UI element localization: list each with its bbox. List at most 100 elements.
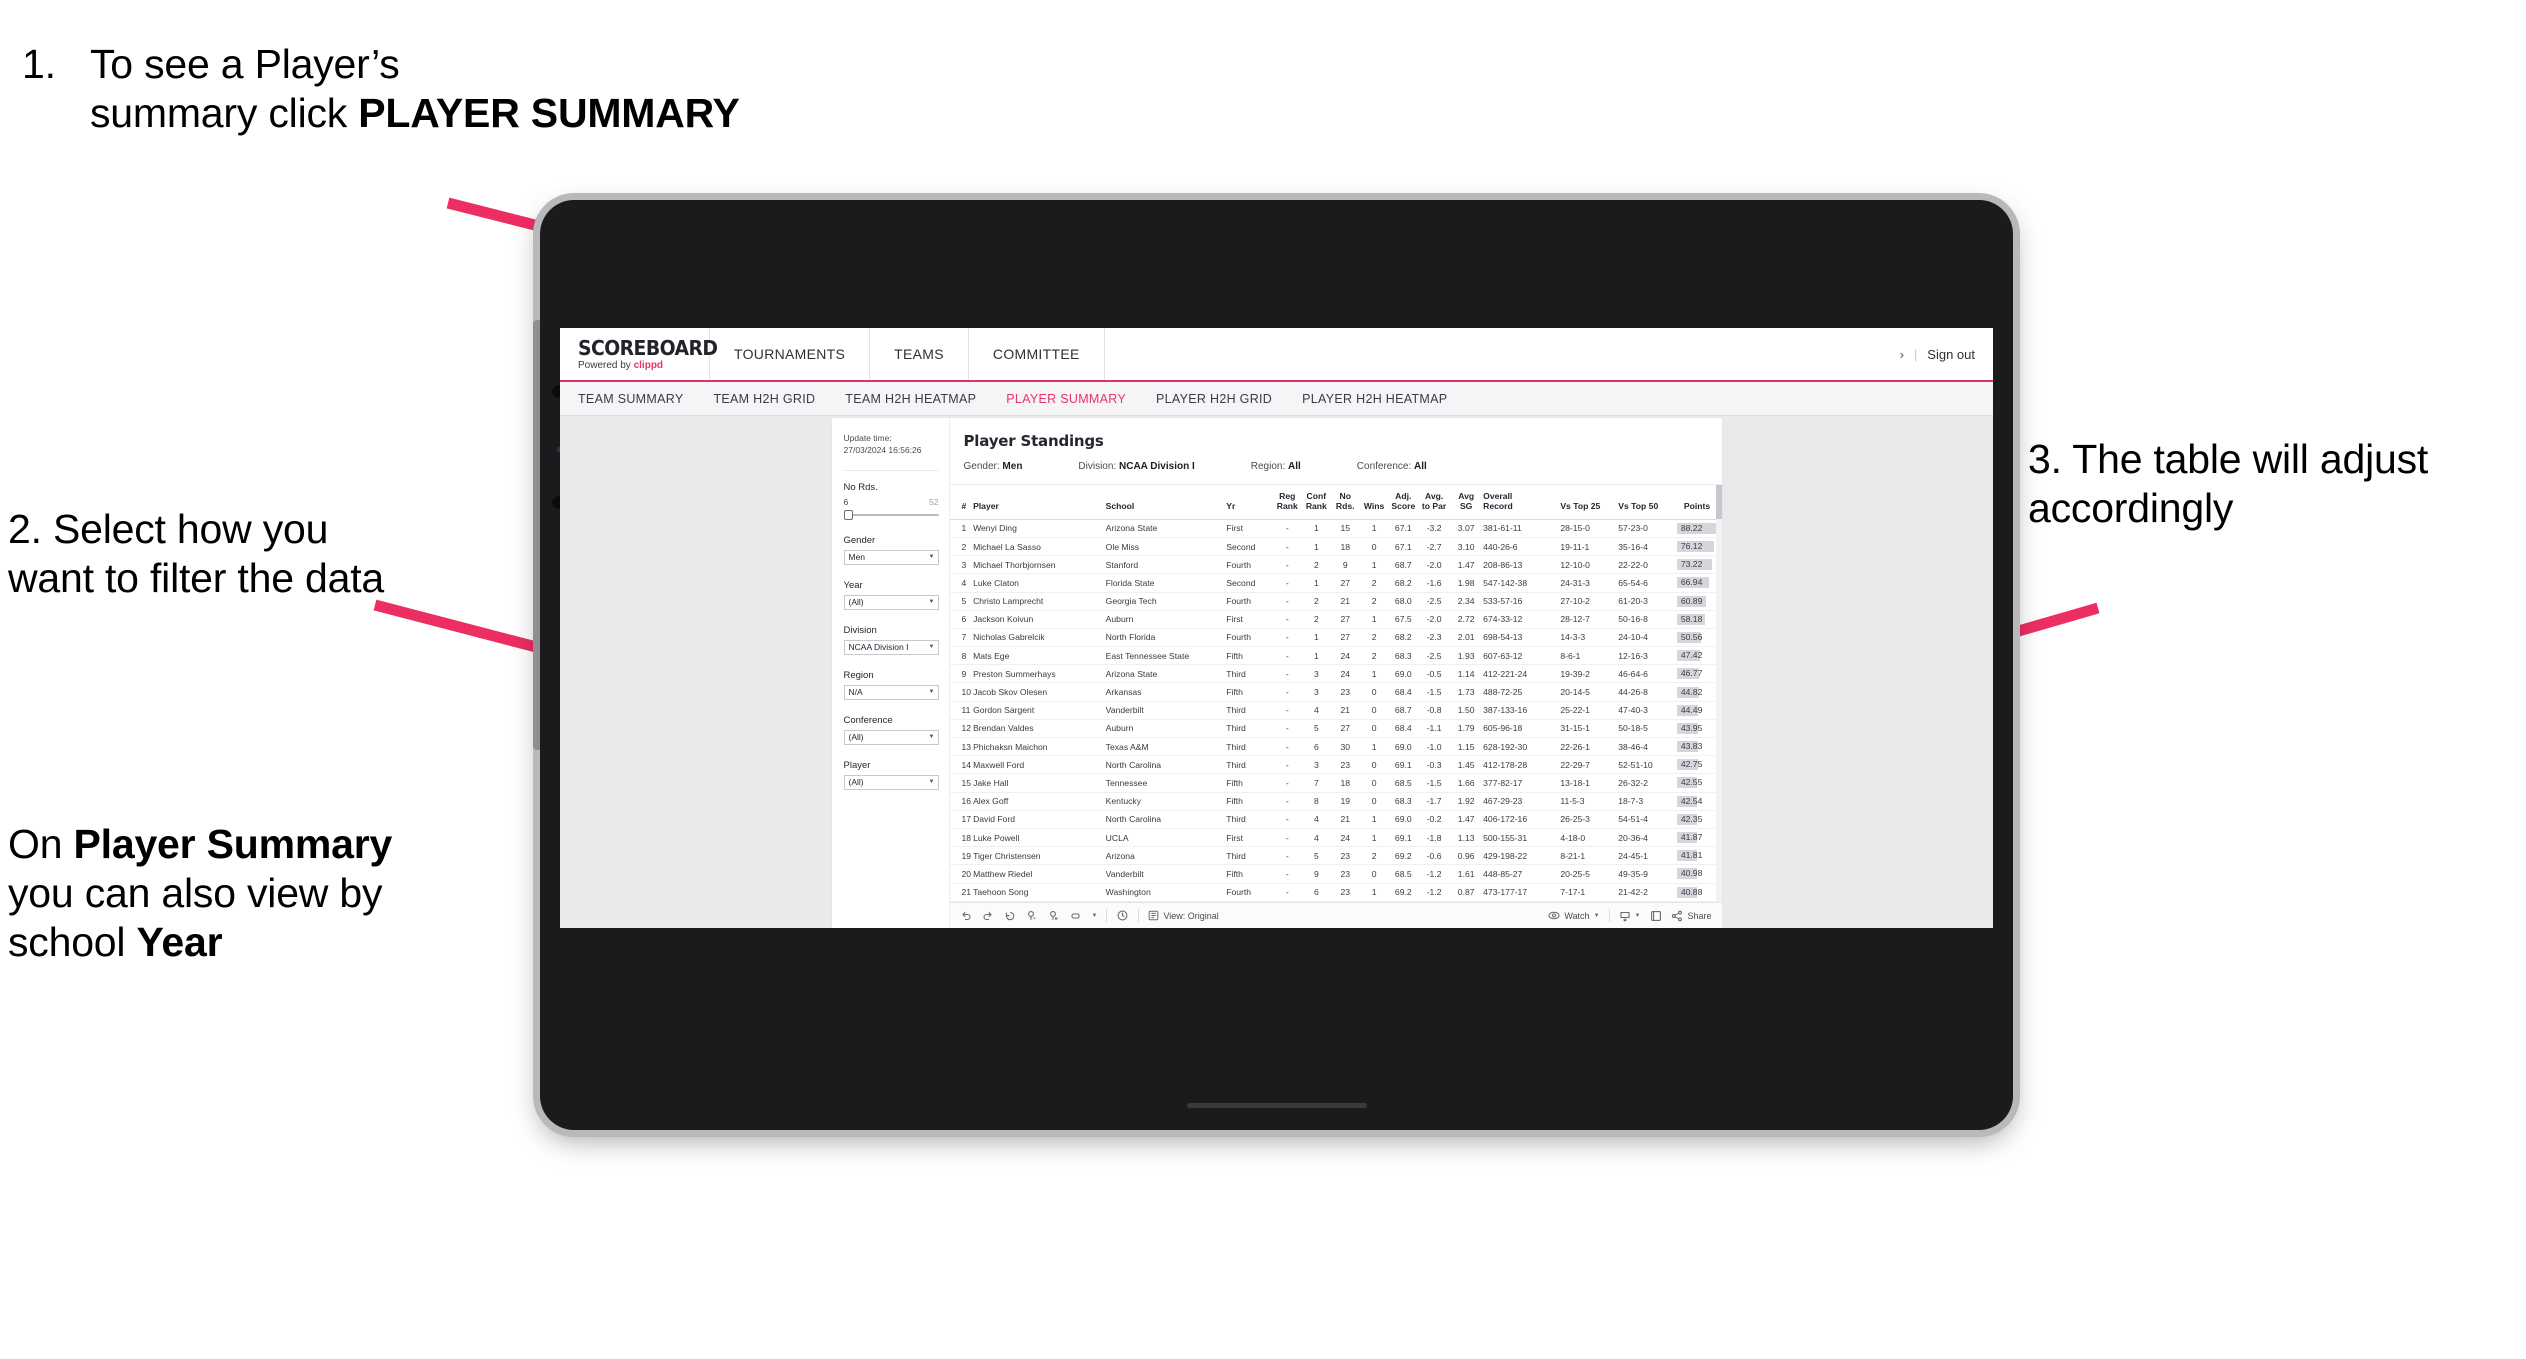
signout-button[interactable]: Sign out — [1927, 347, 1975, 362]
column-header[interactable]: No Rds. — [1331, 485, 1361, 520]
redo-icon[interactable] — [982, 909, 995, 922]
filter-division-select[interactable]: NCAA Division I ▼ — [843, 639, 939, 655]
nav-item-tournaments[interactable]: TOURNAMENTS — [710, 328, 871, 380]
table-cell: - — [1273, 519, 1303, 538]
tab-player-summary[interactable]: PLAYER SUMMARY — [1006, 392, 1126, 406]
table-cell: 19-11-1 — [1560, 537, 1619, 557]
table-row[interactable]: 5 Christo Lamprecht Georgia Tech Fourth -2 21… — [949, 592, 1722, 611]
column-header[interactable]: Overall Record — [1483, 485, 1561, 520]
table-cell: 4 — [949, 573, 974, 593]
tab-team-h2h-heatmap[interactable]: TEAM H2H HEATMAP — [845, 392, 976, 406]
filter-year-label: Year — [843, 579, 863, 591]
table-cell: 9 — [1331, 555, 1361, 575]
tab-team-h2h-grid[interactable]: TEAM H2H GRID — [713, 392, 815, 406]
table-cell: 26-25-3 — [1560, 810, 1619, 829]
column-header[interactable]: Yr — [1226, 485, 1274, 520]
table-cell: 533-57-16 — [1483, 592, 1561, 611]
table-cell: Third — [1226, 755, 1274, 775]
points-value: 44.49 — [1680, 704, 1703, 715]
fullscreen-icon[interactable] — [1649, 909, 1662, 922]
column-header[interactable]: Avg. to Par — [1419, 485, 1452, 520]
table-cell: 208-86-13 — [1483, 555, 1561, 575]
table-cell: 23 — [1331, 883, 1361, 902]
refresh-data-icon[interactable] — [1070, 909, 1083, 922]
table-cell: - — [1273, 773, 1303, 793]
table-row[interactable]: 14 Maxwell Ford North Carolina Third -3 23 0 69… — [949, 755, 1722, 775]
watch-button[interactable]: Watch ▼ — [1548, 910, 1600, 921]
table-row[interactable]: 4 Luke Claton Florida State Second -1 27 2 68.2… — [949, 573, 1722, 593]
table-row[interactable]: 22Ian GilliganFloridaThird-1024168.7-0.8… — [949, 901, 1722, 902]
table-row[interactable]: 21 Taehoon Song Washington Fourth -6 23 1 69.2-… — [949, 883, 1722, 902]
table-cell: North Carolina — [1105, 810, 1227, 829]
nav-item-teams[interactable]: TEAMS — [870, 328, 969, 380]
column-header[interactable]: Conf Rank — [1302, 485, 1332, 520]
table-row[interactable]: 8 Mats Ege East Tennessee State Fifth -1 24 2 6… — [949, 646, 1722, 666]
pause-auto-updates-icon[interactable] — [1116, 909, 1129, 922]
undo-icon[interactable] — [960, 909, 973, 922]
table-row[interactable]: 17 David Ford North Carolina Third -4 21 1 69.0… — [949, 810, 1722, 829]
tab-team-summary[interactable]: TEAM SUMMARY — [578, 392, 683, 406]
table-row[interactable]: 13 Phichaksn Maichon Texas A&M Third -6 30 1 69… — [949, 737, 1722, 757]
table-row[interactable]: 20 Matthew Riedel Vanderbilt Fifth -9 23 0 68.5… — [949, 864, 1722, 884]
revert-icon[interactable] — [1004, 909, 1017, 922]
share-button[interactable]: Share — [1671, 910, 1712, 922]
divider — [1608, 909, 1610, 922]
column-header[interactable]: Vs Top 50 — [1618, 485, 1677, 520]
update-time: Update time: 27/03/2024 16:56:26 — [844, 432, 939, 457]
tab-player-h2h-grid[interactable]: PLAYER H2H GRID — [1156, 392, 1272, 406]
points-value: 42.75 — [1680, 759, 1703, 770]
filter-gender-select[interactable]: Men ▼ — [843, 549, 939, 565]
download-button[interactable]: ▼ — [1619, 910, 1640, 922]
tab-player-h2h-heatmap[interactable]: PLAYER H2H HEATMAP — [1302, 392, 1447, 406]
filter-region-select[interactable]: N/A ▼ — [843, 684, 939, 700]
chevron-down-icon[interactable]: ▼ — [1092, 913, 1098, 919]
table-row[interactable]: 12 Brendan Valdes Auburn Third -5 27 0 68.4 -1.1… — [949, 719, 1722, 739]
table-row[interactable]: 7 Nicholas Gabrelcik North Florida Fourth -1… — [949, 628, 1722, 648]
table-cell: 1 — [1360, 901, 1390, 902]
table-row[interactable]: 9 Preston Summerhays Arizona State Third -3 2… — [949, 664, 1722, 684]
table-cell: Kentucky — [1105, 792, 1227, 811]
table-row[interactable]: 11 Gordon Sargent Vanderbilt Third -4 21 0 68.7… — [949, 701, 1722, 720]
table-cell: 67.1 — [1389, 519, 1420, 538]
table-row[interactable]: 16 Alex Goff Kentucky Fifth -8 19 0 68.3 -1.7 1.9… — [949, 792, 1722, 811]
column-header[interactable]: # — [949, 485, 974, 520]
pause-refresh-icon[interactable] — [1026, 909, 1039, 922]
filter-year-select[interactable]: (All) ▼ — [843, 594, 939, 610]
table-cell: 17 — [949, 810, 974, 829]
filter-player-select[interactable]: (All) ▼ — [843, 774, 939, 790]
column-header[interactable]: Avg SG — [1451, 485, 1484, 520]
table-cell: 27 — [1331, 610, 1361, 629]
filter-division-value: NCAA Division I — [848, 642, 909, 653]
table-row[interactable]: 3 Michael Thorbjornsen Stanford Fourth -2 9 1 6… — [949, 555, 1722, 575]
table-row[interactable]: 10 Jacob Skov Olesen Arkansas Fifth -3 23 0 68.… — [949, 682, 1722, 702]
slider-track[interactable] — [843, 509, 939, 520]
standings-table-scroll[interactable]: # Player School Yr Reg Rank Conf Rank No Rds. W… — [949, 485, 1722, 902]
table-cell: - — [1273, 646, 1303, 666]
table-row[interactable]: 18 Luke Powell UCLA First -4 24 1 69.1 -1.8 1.13 5… — [949, 828, 1722, 848]
scrollbar-thumb[interactable] — [1715, 485, 1722, 519]
table-cell: 24 — [1331, 828, 1361, 848]
table-row[interactable]: 6 Jackson Koivun Auburn First -2 27 1 67.5 -2.0 2… — [949, 610, 1722, 629]
column-header[interactable]: Reg Rank — [1273, 485, 1303, 520]
table-row[interactable]: 2 Michael La Sasso Ole Miss Second -1 18 0 67.1… — [949, 537, 1722, 557]
app-logo[interactable]: SCOREBOARD Powered by clippd — [560, 328, 718, 380]
chevron-down-icon: ▼ — [928, 644, 935, 651]
table-scrollbar[interactable] — [1715, 485, 1722, 902]
slider-handle[interactable] — [843, 509, 853, 520]
table-row[interactable]: 19 Tiger Christensen Arizona Third -5 23 2 69.2… — [949, 846, 1722, 866]
column-header[interactable]: Player — [973, 485, 1106, 520]
column-header[interactable]: Adj. Score — [1389, 485, 1420, 520]
custom-views-button[interactable]: View: Original — [1148, 910, 1219, 921]
table-cell: 2 — [1302, 592, 1332, 611]
filter-conference-select[interactable]: (All) ▼ — [843, 729, 939, 745]
column-header[interactable]: Vs Top 25 — [1560, 485, 1619, 520]
points-value: 60.89 — [1680, 595, 1703, 606]
column-header[interactable]: Wins — [1360, 485, 1390, 520]
table-row[interactable]: 15 Jake Hall Tennessee Fifth -7 18 0 68.5 -1.5 1.… — [949, 773, 1722, 793]
table-row[interactable]: 1 Wenyi Ding Arizona State First -1 15 1 67.1 -3… — [949, 519, 1722, 538]
nav-item-committee[interactable]: COMMITTEE — [969, 328, 1105, 380]
table-cell: Third — [1226, 737, 1274, 757]
table-cell: Michael Thorbjornsen — [973, 555, 1106, 575]
resume-refresh-icon[interactable] — [1048, 909, 1061, 922]
column-header[interactable]: School — [1105, 485, 1227, 520]
